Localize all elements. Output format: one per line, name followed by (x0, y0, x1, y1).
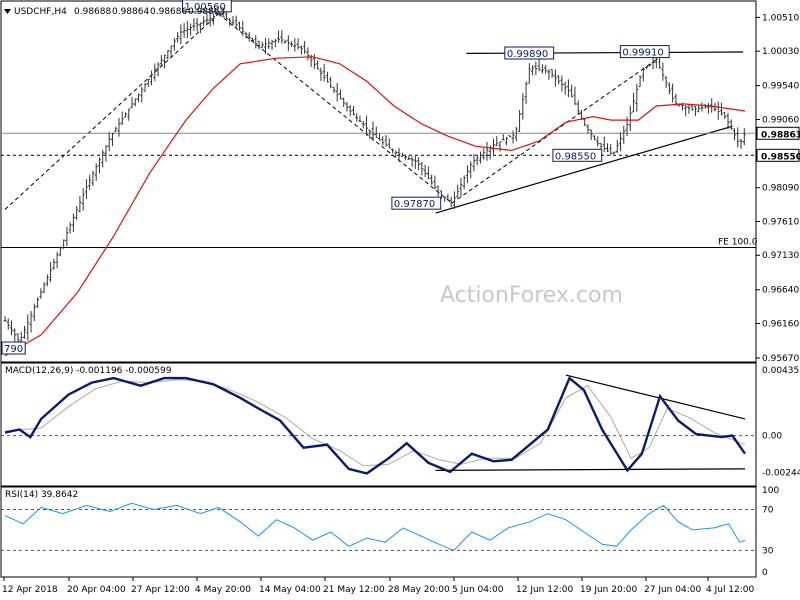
x-tick-label: 19 Jun 20:00 (580, 585, 637, 595)
rsi-y-tick-label: 30 (762, 546, 774, 556)
price-level-tag-text: 0.98863 (761, 130, 800, 140)
macd-y-tick-label: -0.002448 (762, 469, 800, 479)
y-tick-label: 1.00030 (762, 47, 799, 57)
x-tick-label: 27 Apr 12:00 (131, 585, 190, 595)
macd-header: MACD(12,26,9) -0.001196 -0.000599 (5, 366, 172, 376)
macd-panel-frame (0, 362, 757, 487)
x-tick-label: 27 Jun 04:00 (644, 585, 701, 595)
rsi-scale-bottom: 0 (762, 568, 768, 578)
price-level-tag: 0.98550 (756, 148, 800, 162)
x-axis: 12 Apr 2018 20 Apr 04:00 27 Apr 12:00 4 May… (2, 577, 755, 595)
annotation-text: 0.97870 (394, 199, 435, 210)
annotation-text: 0.99890 (507, 49, 548, 60)
annotation-text: 790 (4, 344, 23, 355)
x-tick-label: 5 Jun 04:00 (452, 585, 504, 595)
y-tick-label: 1.00510 (762, 13, 799, 23)
macd-y-tick-label: 0.00 (762, 432, 782, 442)
macd-y-tick-label: 0.004351 (762, 366, 800, 376)
forex-chart: ActionForex.com FE 100.0 1.005600.99890 0… (0, 0, 800, 595)
fe-level-label: FE 100.0 (718, 238, 758, 248)
y-tick-label: 0.99060 (762, 115, 799, 125)
annotation-text: 0.99910 (622, 48, 663, 59)
y-tick-label: 0.97130 (762, 251, 799, 261)
y-tick-label: 0.96640 (762, 286, 799, 296)
rsi-y-tick-label: 70 (762, 505, 774, 515)
x-tick-label: 28 May 20:00 (388, 585, 450, 595)
y-tick-label: 0.96160 (762, 320, 799, 330)
x-tick-label: 12 Jun 12:00 (516, 585, 573, 595)
price-annotation: 0.99890 (504, 46, 555, 60)
symbol-label: USDCHF,H4 (14, 7, 67, 17)
rsi-header: RSI(14) 39.8642 (5, 490, 78, 500)
price-panel: ActionForex.com FE 100.0 1.005600.99890 0… (0, 0, 758, 363)
price-level-tag: 0.98863 (756, 126, 800, 140)
y-tick-label: 0.98090 (762, 184, 799, 194)
price-level-tag-text: 0.98550 (761, 152, 800, 162)
price-annotation: 790 (1, 341, 26, 355)
y-tick-label: 0.99540 (762, 82, 799, 92)
ohlc-high: 0.98864 (112, 7, 149, 17)
watermark: ActionForex.com (440, 283, 623, 308)
x-tick-label: 4 May 20:00 (195, 585, 251, 595)
y-tick-label: 0.97610 (762, 217, 799, 227)
y-axis: 1.005101.000300.995400.990600.985800.980… (756, 13, 800, 578)
rsi-scale-top: 100 (762, 486, 779, 496)
x-tick-label: 21 May 12:00 (323, 585, 385, 595)
y-tick-label: 0.95670 (762, 354, 799, 364)
price-header: USDCHF,H4 0.98688 0.98864 0.98686 0.9886… (4, 7, 225, 17)
price-annotation: 0.99910 (619, 45, 670, 59)
x-tick-label: 4 Jul 12:00 (706, 585, 755, 595)
annotation-text: 0.98550 (555, 151, 596, 162)
rsi-panel-frame (0, 486, 757, 578)
price-annotation: 0.98550 (552, 148, 603, 162)
ohlc-open: 0.98688 (74, 7, 111, 17)
ohlc-close: 0.98863 (188, 7, 225, 17)
ohlc-low: 0.98686 (150, 7, 187, 17)
x-tick-label: 12 Apr 2018 (2, 585, 58, 595)
x-tick-label: 14 May 04:00 (259, 585, 321, 595)
price-annotation: 0.97870 (391, 196, 442, 210)
rsi-panel: RSI(14) 39.8642 (0, 486, 757, 578)
macd-panel: MACD(12,26,9) -0.001196 -0.000599 (0, 362, 757, 487)
x-tick-label: 20 Apr 04:00 (67, 585, 126, 595)
